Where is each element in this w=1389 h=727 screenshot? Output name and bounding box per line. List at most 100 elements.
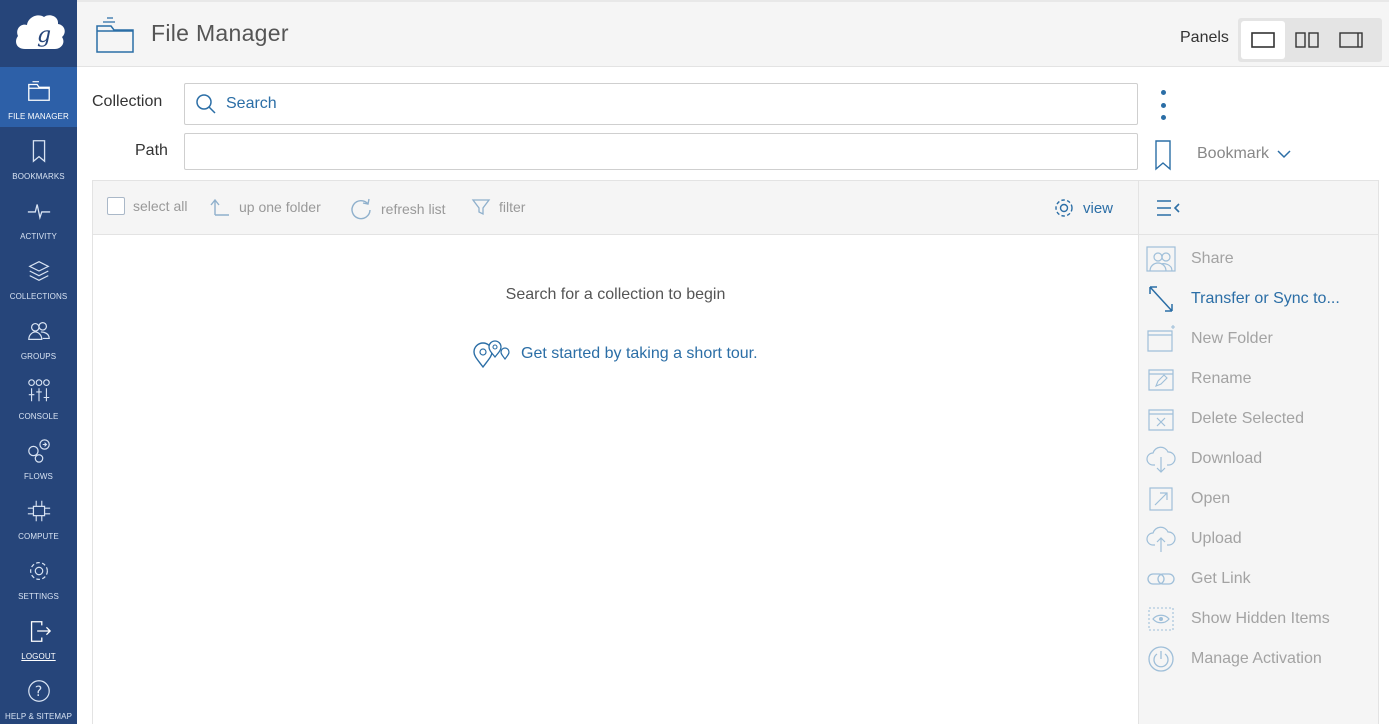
sidebar-item-compute[interactable]: COMPUTE (0, 487, 77, 547)
download-label: Download (1191, 450, 1263, 467)
up-one-folder-button[interactable]: up one folder (209, 197, 321, 217)
layers-icon (27, 261, 50, 281)
download-icon (1146, 446, 1176, 473)
bookmark-label: Bookmark (1197, 145, 1270, 162)
globus-logo[interactable]: g (0, 0, 77, 66)
dual-panel-button[interactable] (1285, 21, 1329, 59)
cloud-logo-icon: g (15, 15, 65, 49)
power-icon (1148, 646, 1174, 672)
chevron-down-icon (1277, 150, 1291, 159)
sidebar-item-groups[interactable]: GROUPS (0, 307, 77, 367)
open-icon (1149, 487, 1173, 511)
file-manager-icon (96, 17, 134, 53)
refresh-list-button[interactable]: refresh list (349, 197, 446, 221)
sidebar-item-settings[interactable]: SETTINGS (0, 547, 77, 607)
sidebar-item-label: CONSOLE (18, 412, 59, 421)
sidebar-item-activity[interactable]: ACTIVITY (0, 187, 77, 247)
new-folder-icon (1147, 325, 1175, 352)
show-hidden-action[interactable]: Show Hidden Items (1145, 602, 1330, 636)
link-icon (1147, 573, 1175, 585)
refresh-list-label: refresh list (381, 201, 446, 217)
eye-icon (1148, 607, 1174, 631)
sidebar-item-label: COLLECTIONS (9, 292, 68, 301)
manage-activation-label: Manage Activation (1191, 650, 1322, 667)
get-link-action[interactable]: Get Link (1145, 562, 1251, 596)
sidebar-item-file-manager[interactable]: FILE MANAGER (0, 67, 77, 127)
page-title: File Manager (151, 20, 289, 46)
delete-selected-label: Delete Selected (1191, 410, 1304, 427)
svg-text:g: g (37, 23, 51, 48)
file-list-pane: select all up one folder refresh list fi… (92, 180, 1139, 724)
sidebar-item-logout[interactable]: LOGOUT (0, 607, 77, 667)
upload-icon (1146, 526, 1176, 552)
sidebar-item-label: SETTINGS (18, 592, 59, 601)
sidebar-item-label: LOGOUT (21, 652, 56, 661)
sidebar-item-label: COMPUTE (18, 532, 59, 541)
new-folder-label: New Folder (1191, 330, 1273, 347)
view-label: view (1083, 199, 1114, 217)
empty-state-message: Search for a collection to begin (505, 286, 726, 303)
sidebar-item-help[interactable]: ? HELP & SITEMAP (0, 667, 77, 727)
transfer-action[interactable]: Transfer or Sync to... (1145, 282, 1340, 316)
gear-icon (29, 562, 48, 580)
select-all-button[interactable]: select all (107, 197, 187, 215)
tour-link[interactable]: Get started by taking a short tour. (471, 339, 758, 369)
sidebar-item-flows[interactable]: FLOWS (0, 427, 77, 487)
chip-icon (27, 500, 50, 522)
share-label: Share (1191, 250, 1234, 267)
rename-action[interactable]: Rename (1145, 362, 1251, 396)
bookmark-icon (32, 140, 45, 163)
svg-text:?: ? (34, 684, 41, 700)
single-panel-button[interactable] (1241, 21, 1285, 59)
filter-icon (471, 199, 491, 216)
sidebar-item-label: ACTIVITY (20, 232, 57, 241)
tour-link-label: Get started by taking a short tour. (521, 345, 758, 362)
select-all-checkbox[interactable] (107, 197, 125, 215)
more-options-button[interactable] (1153, 90, 1173, 120)
sliders-icon (27, 379, 50, 402)
bookmark-dropdown[interactable]: Bookmark (1197, 145, 1291, 163)
flows-icon (27, 439, 50, 463)
sidebar-item-label: FILE MANAGER (8, 112, 69, 121)
actions-panel-header (1139, 181, 1378, 235)
help-icon: ? (27, 680, 50, 702)
panels-label: Panels (1180, 29, 1229, 46)
bookmark-icon[interactable] (1153, 139, 1173, 171)
filter-button[interactable]: filter (471, 197, 525, 217)
collection-label: Collection (92, 93, 163, 110)
collection-search-input[interactable]: Search (184, 83, 1138, 125)
search-placeholder: Search (226, 95, 277, 112)
transfer-label: Transfer or Sync to... (1191, 290, 1340, 307)
path-label: Path (135, 142, 168, 159)
view-options-button[interactable]: view (1053, 197, 1113, 219)
side-panel-button[interactable] (1329, 21, 1373, 59)
page-header: File Manager Panels (77, 0, 1389, 67)
folder-icon (27, 81, 50, 101)
sidebar-item-bookmarks[interactable]: BOOKMARKS (0, 127, 77, 187)
new-folder-action[interactable]: New Folder (1145, 322, 1273, 356)
manage-activation-action[interactable]: Manage Activation (1145, 642, 1322, 676)
sidebar-item-label: BOOKMARKS (12, 172, 65, 181)
collapse-panel-icon[interactable] (1156, 198, 1182, 218)
delete-selected-action[interactable]: Delete Selected (1145, 402, 1304, 436)
get-link-label: Get Link (1191, 570, 1251, 587)
groups-icon (27, 322, 50, 340)
up-one-folder-label: up one folder (239, 199, 321, 215)
open-action[interactable]: Open (1145, 482, 1230, 516)
transfer-icon (1149, 286, 1173, 312)
upload-label: Upload (1191, 530, 1242, 547)
share-icon (1146, 246, 1176, 272)
single-panel-icon (1251, 32, 1275, 48)
path-input[interactable] (184, 133, 1138, 170)
panels-toggle-group (1238, 18, 1382, 62)
select-all-label: select all (133, 198, 188, 214)
sidebar-item-collections[interactable]: COLLECTIONS (0, 247, 77, 307)
share-action[interactable]: Share (1145, 242, 1234, 276)
download-action[interactable]: Download (1145, 442, 1262, 476)
show-hidden-label: Show Hidden Items (1191, 610, 1330, 627)
open-label: Open (1191, 490, 1231, 507)
sidebar-item-console[interactable]: CONSOLE (0, 367, 77, 427)
rename-icon (1148, 369, 1174, 391)
rename-label: Rename (1191, 370, 1252, 387)
upload-action[interactable]: Upload (1145, 522, 1242, 556)
